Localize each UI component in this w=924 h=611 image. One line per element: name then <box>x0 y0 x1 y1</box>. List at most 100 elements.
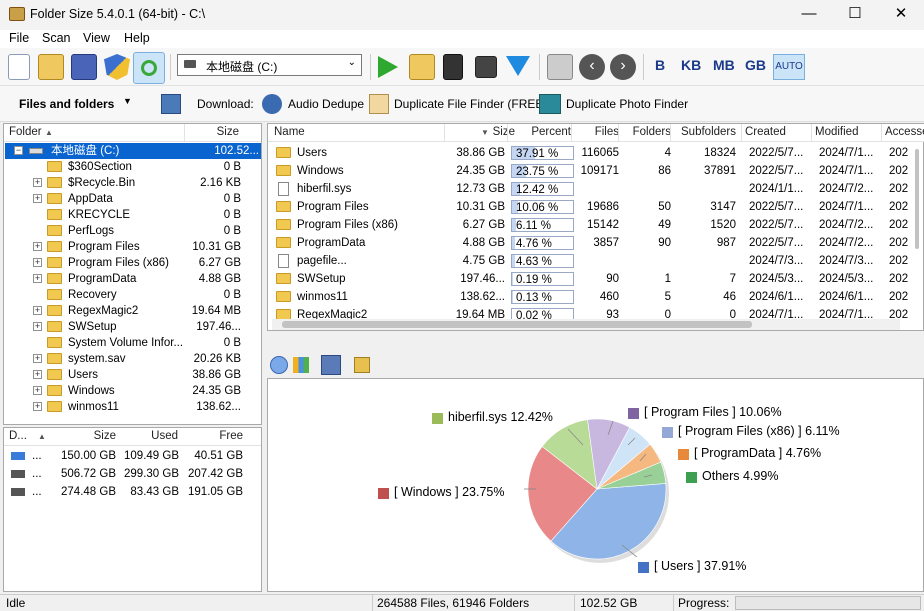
export-icon[interactable] <box>161 94 181 114</box>
drive-row[interactable]: ...506.72 GB299.30 GB207.42 GB <box>5 466 261 482</box>
play-icon[interactable] <box>378 56 398 78</box>
expand-icon[interactable]: + <box>33 370 42 379</box>
refresh-toggle[interactable] <box>133 52 165 84</box>
col-divider[interactable] <box>811 124 812 142</box>
audio-dedupe-icon[interactable] <box>262 94 282 114</box>
drives-col-used[interactable]: Used <box>151 428 178 445</box>
minimize-button[interactable]: — <box>786 0 832 28</box>
drives-col-size[interactable]: Size <box>94 428 116 445</box>
tree-col-size[interactable]: Size <box>217 124 239 141</box>
scan-drive-icon[interactable] <box>443 54 463 80</box>
unit-auto-button[interactable]: AUTO <box>773 54 805 80</box>
tree-item[interactable]: +RegexMagic219.64 MB <box>5 303 261 319</box>
list-row[interactable]: ProgramData4.88 GB4.76 %3857909872022/5/… <box>268 235 908 251</box>
duplicate-file-finder-link[interactable]: Duplicate File Finder (FREE) <box>394 97 547 111</box>
unit-kb-button[interactable]: KB <box>681 57 701 73</box>
list-col-files[interactable]: Files <box>575 124 619 141</box>
tree-item[interactable]: +Users38.86 GB <box>5 367 261 383</box>
expand-icon[interactable]: + <box>33 258 42 267</box>
expand-icon[interactable]: + <box>33 178 42 187</box>
col-divider[interactable] <box>571 124 572 142</box>
list-col-subfolders[interactable]: Subfolders <box>674 124 736 141</box>
list-col-name[interactable]: Name <box>274 124 444 141</box>
tree-item[interactable]: KRECYCLE0 B <box>5 207 261 223</box>
scan-folder-icon[interactable] <box>409 54 435 80</box>
duplicate-photo-finder-icon[interactable] <box>539 94 561 114</box>
filter-icon[interactable] <box>506 56 530 76</box>
expand-icon[interactable]: + <box>33 386 42 395</box>
collapse-icon[interactable]: − <box>14 146 23 155</box>
list-col-created[interactable]: Created <box>745 124 815 141</box>
horizontal-scroll-thumb[interactable] <box>282 321 752 328</box>
menu-scan[interactable]: Scan <box>42 31 71 45</box>
chart-export-icon[interactable] <box>354 357 370 373</box>
unit-mb-button[interactable]: MB <box>713 57 735 73</box>
drives-col-drive[interactable]: D... <box>9 428 27 445</box>
maximize-button[interactable]: ☐ <box>832 0 878 28</box>
col-divider[interactable] <box>618 124 619 142</box>
drive-row[interactable]: ...150.00 GB109.49 GB40.51 GB <box>5 448 261 464</box>
drive-select[interactable]: 本地磁盘 (C:) ⌄ <box>177 54 362 76</box>
list-col-percent[interactable]: Percent <box>511 124 571 141</box>
menu-help[interactable]: Help <box>124 31 150 45</box>
list-row[interactable]: SWSetup197.46...0.19 %90172024/5/3...202… <box>268 271 908 287</box>
tree-root[interactable]: − 本地磁盘 (C:) 102.52... <box>5 143 261 159</box>
col-divider[interactable] <box>444 124 445 142</box>
expand-icon[interactable]: + <box>33 194 42 203</box>
tree-item[interactable]: PerfLogs0 B <box>5 223 261 239</box>
shield-icon[interactable] <box>104 54 130 80</box>
up-folder-icon[interactable] <box>547 54 573 80</box>
tree-item[interactable]: +Program Files (x86)6.27 GB <box>5 255 261 271</box>
list-row[interactable]: Windows24.35 GB23.75 %10917186378912022/… <box>268 163 908 179</box>
tree-item[interactable]: +$Recycle.Bin2.16 KB <box>5 175 261 191</box>
col-divider[interactable] <box>507 124 508 142</box>
expand-icon[interactable]: + <box>33 354 42 363</box>
list-row[interactable]: pagefile...4.75 GB4.63 %2024/7/3...2024/… <box>268 253 908 269</box>
tree-item[interactable]: +SWSetup197.46... <box>5 319 261 335</box>
stop-icon[interactable] <box>475 56 497 78</box>
col-divider[interactable] <box>881 124 882 142</box>
menu-view[interactable]: View <box>83 31 110 45</box>
col-divider[interactable] <box>741 124 742 142</box>
tree-item[interactable]: +AppData0 B <box>5 191 261 207</box>
horizontal-scrollbar[interactable] <box>272 319 900 330</box>
drive-row[interactable]: ...274.48 GB83.43 GB191.05 GB <box>5 484 261 500</box>
pie-chart-tab-icon[interactable] <box>270 356 288 374</box>
audio-dedupe-link[interactable]: Audio Dedupe <box>288 97 364 111</box>
list-col-modified[interactable]: Modified <box>815 124 875 141</box>
tree-item[interactable]: +Program Files10.31 GB <box>5 239 261 255</box>
close-button[interactable]: ✕ <box>878 0 924 28</box>
expand-icon[interactable]: + <box>33 402 42 411</box>
col-divider[interactable] <box>670 124 671 142</box>
unit-b-button[interactable]: B <box>655 57 665 73</box>
list-row[interactable]: Program Files (x86)6.27 GB6.11 %15142491… <box>268 217 908 233</box>
list-row[interactable]: hiberfil.sys12.73 GB12.42 %2024/1/1...20… <box>268 181 908 197</box>
new-scan-icon[interactable] <box>8 54 30 80</box>
tree-item[interactable]: +system.sav20.26 KB <box>5 351 261 367</box>
save-icon[interactable] <box>71 54 97 80</box>
chart-settings-icon[interactable] <box>321 355 341 375</box>
expand-icon[interactable]: + <box>33 242 42 251</box>
view-mode-dropdown[interactable]: Files and folders <box>19 97 114 111</box>
expand-icon[interactable]: + <box>33 306 42 315</box>
tree-item[interactable]: Recovery0 B <box>5 287 261 303</box>
menu-file[interactable]: File <box>9 31 29 45</box>
tree-item[interactable]: +winmos11138.62... <box>5 399 261 415</box>
open-folder-icon[interactable] <box>38 54 64 80</box>
list-row[interactable]: Users38.86 GB37.91 %1160654183242022/5/7… <box>268 145 908 161</box>
list-col-accessed[interactable]: Accesse <box>885 124 924 141</box>
view-mode-arrow-icon[interactable]: ▼ <box>123 96 132 106</box>
duplicate-file-finder-icon[interactable] <box>369 94 389 114</box>
tree-item[interactable]: $360Section0 B <box>5 159 261 175</box>
list-row[interactable]: Program Files10.31 GB10.06 %196865031472… <box>268 199 908 215</box>
list-col-folders[interactable]: Folders <box>622 124 671 141</box>
duplicate-photo-finder-link[interactable]: Duplicate Photo Finder <box>566 97 688 111</box>
vertical-scroll-thumb[interactable] <box>915 149 919 249</box>
vertical-scrollbar[interactable] <box>912 144 923 314</box>
tree-col-folder[interactable]: Folder <box>9 124 42 141</box>
forward-icon[interactable]: › <box>610 54 636 80</box>
bar-chart-tab-icon[interactable] <box>293 357 309 373</box>
expand-icon[interactable]: + <box>33 274 42 283</box>
tree-item[interactable]: +Windows24.35 GB <box>5 383 261 399</box>
expand-icon[interactable]: + <box>33 322 42 331</box>
